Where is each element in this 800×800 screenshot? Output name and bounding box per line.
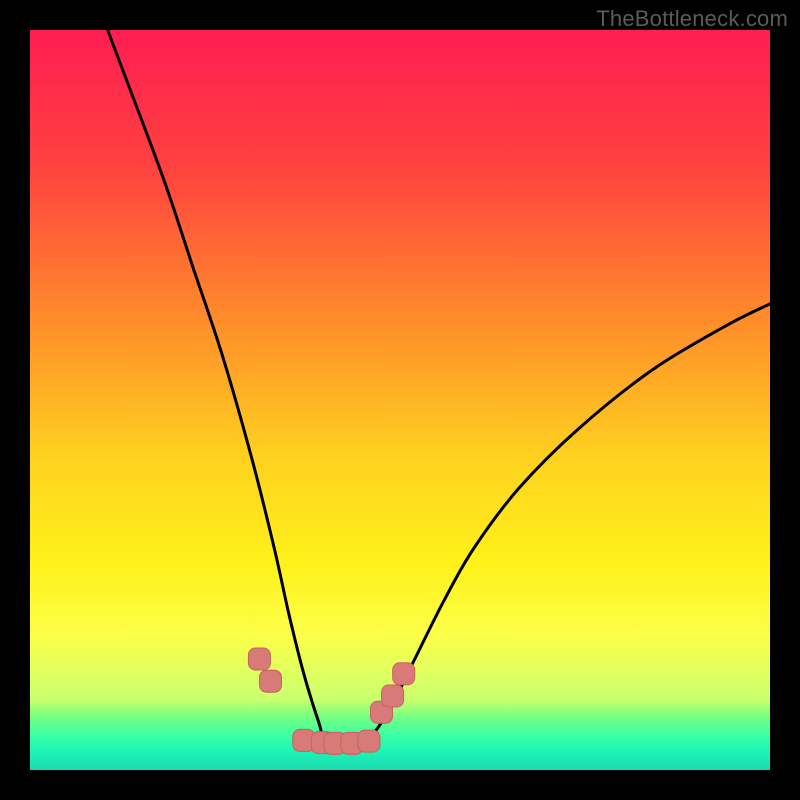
marker-point (248, 648, 270, 670)
chart-frame: TheBottleneck.com (0, 0, 800, 800)
plot-area (30, 30, 770, 770)
marker-point (382, 685, 404, 707)
chart-svg (30, 30, 770, 770)
marker-point (260, 670, 282, 692)
marker-point (393, 663, 415, 685)
watermark-label: TheBottleneck.com (596, 6, 788, 32)
marker-point (358, 730, 380, 752)
gradient-background (30, 30, 770, 770)
